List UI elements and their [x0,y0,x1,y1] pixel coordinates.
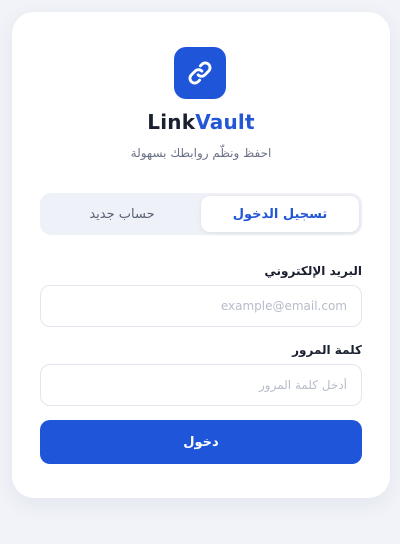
app-logo [174,47,226,99]
password-label: كلمة المرور [292,343,362,357]
tagline: احفظ ونظّم روابطك بسهولة [130,146,272,160]
email-input[interactable] [40,285,362,327]
tab-signup[interactable]: حساب جديد [43,196,201,232]
tab-login[interactable]: تسجيل الدخول [201,196,359,232]
password-input[interactable] [40,364,362,406]
email-label: البريد الإلكتروني [264,264,362,278]
app-name-part1: Link [147,110,196,134]
auth-tabs: تسجيل الدخول حساب جديد [40,193,362,235]
app-name: LinkVault [12,110,390,134]
login-card: LinkVault احفظ ونظّم روابطك بسهولة تسجيل… [12,12,390,498]
app-name-part2: Vault [195,110,255,134]
login-button[interactable]: دخول [40,420,362,464]
link-icon [188,61,212,85]
